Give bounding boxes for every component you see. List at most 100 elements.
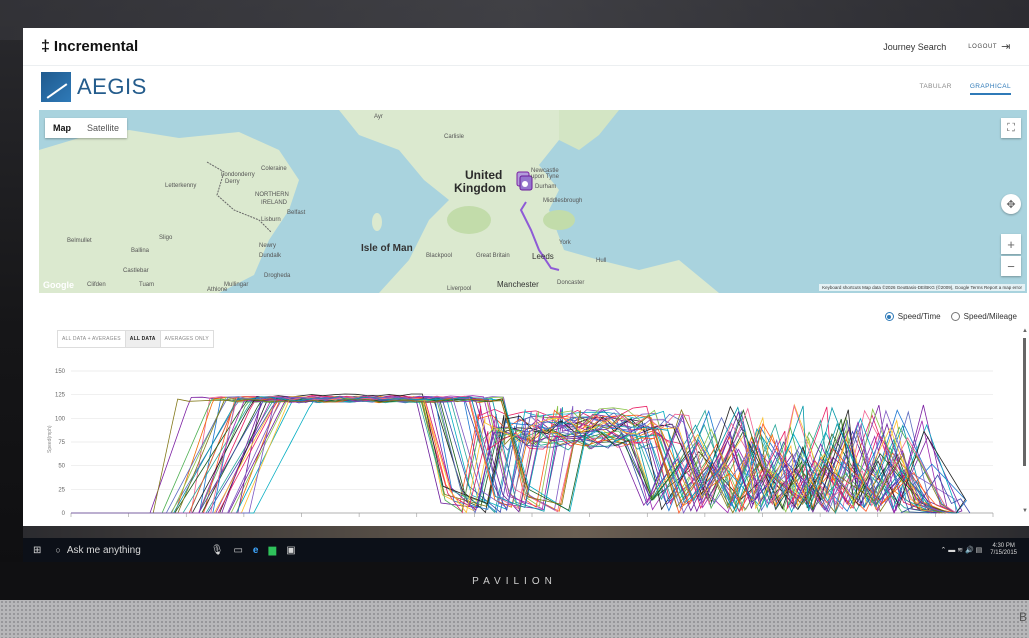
zoom-in-button[interactable]: + bbox=[1001, 234, 1021, 254]
ireland-landmass bbox=[39, 130, 299, 293]
office-icon[interactable]: ▣ bbox=[286, 545, 295, 556]
radio-speed-time[interactable]: Speed/Time bbox=[884, 312, 941, 321]
beats-logo-icon: B bbox=[1018, 610, 1027, 624]
park-area bbox=[447, 206, 491, 234]
label-ireland: IRELAND bbox=[261, 200, 288, 206]
pegman-location-icon[interactable]: ✥ bbox=[1001, 194, 1021, 214]
chart-mode-radios: Speed/Time Speed/Mileage bbox=[884, 312, 1017, 321]
cortana-icon[interactable]: ○ bbox=[55, 545, 60, 555]
logout-label: LOGOUT bbox=[968, 43, 998, 50]
scroll-up-icon[interactable]: ▲ bbox=[1022, 328, 1028, 334]
y-tick-label: 75 bbox=[58, 440, 65, 446]
label-clifden: Clifden bbox=[87, 282, 106, 288]
label-great-britain: Great Britain bbox=[476, 253, 510, 259]
journey-search-link[interactable]: Journey Search bbox=[883, 42, 946, 52]
label-belmullet: Belmullet bbox=[67, 238, 92, 244]
label-mullingar: Mullingar bbox=[224, 282, 249, 288]
label-blackpool: Blackpool bbox=[426, 253, 453, 259]
label-upon-tyne: upon Tyne bbox=[531, 174, 559, 180]
label-coleraine: Coleraine bbox=[261, 166, 287, 172]
mic-icon[interactable]: 🎙 bbox=[211, 545, 224, 556]
tab-graphical[interactable]: GRAPHICAL bbox=[969, 80, 1011, 95]
filter-all-data-averages[interactable]: ALL DATA + AVERAGES bbox=[58, 331, 126, 347]
map-type-map[interactable]: Map bbox=[45, 118, 79, 138]
filter-averages-only[interactable]: AVERAGES ONLY bbox=[161, 331, 213, 347]
taskbar-clock[interactable]: 4:30 PM 7/15/2015 bbox=[990, 543, 1017, 557]
map-land-svg bbox=[39, 110, 719, 293]
clock-time: 4:30 PM bbox=[992, 543, 1015, 549]
zoom-out-button[interactable]: − bbox=[1001, 256, 1021, 276]
data-filter-group: ALL DATA + AVERAGES ALL DATA AVERAGES ON… bbox=[57, 330, 214, 348]
marker-dot bbox=[522, 181, 528, 187]
tab-tabular[interactable]: TABULAR bbox=[920, 80, 952, 95]
isle-of-man-landmass bbox=[372, 213, 382, 231]
store-icon[interactable]: ▆ bbox=[268, 545, 276, 556]
label-londonderry: Londonderry bbox=[221, 172, 255, 178]
y-tick-label: 125 bbox=[55, 393, 66, 399]
label-derry: Derry bbox=[225, 179, 240, 185]
label-doncaster: Doncaster bbox=[557, 280, 585, 286]
label-drogheda: Drogheda bbox=[264, 273, 291, 279]
vertical-scrollbar[interactable] bbox=[1023, 338, 1026, 466]
logo-text: Incremental bbox=[53, 38, 139, 55]
radio-unchecked-icon bbox=[950, 312, 960, 321]
incremental-mark-icon: ‡ bbox=[41, 37, 50, 55]
label-tuam: Tuam bbox=[139, 282, 155, 288]
windows-start-icon[interactable]: ⊞ bbox=[33, 545, 41, 556]
label-leeds: Leeds bbox=[532, 252, 554, 261]
label-letterkenny: Letterkenny bbox=[165, 183, 197, 189]
radio-speed-mileage[interactable]: Speed/Mileage bbox=[950, 312, 1017, 321]
aegis-title: AEGIS bbox=[77, 74, 147, 99]
speed-chart[interactable]: 0 25 50 75 100 125 150 Speed(mph) bbox=[43, 353, 1003, 526]
scroll-down-icon[interactable]: ▼ bbox=[1022, 508, 1028, 514]
label-castlebar: Castlebar bbox=[123, 268, 149, 274]
series-line[interactable] bbox=[71, 395, 957, 514]
y-tick-label: 25 bbox=[58, 487, 65, 493]
label-lisburn: Lisburn bbox=[261, 217, 281, 223]
speaker-grille bbox=[0, 600, 1029, 638]
edge-icon[interactable]: e bbox=[253, 545, 259, 556]
product-row: AEGIS TABULAR GRAPHICAL bbox=[23, 68, 1029, 106]
tray-icons[interactable]: ⌃ ▬ ≋ 🔊 ▤ bbox=[940, 546, 982, 554]
series-line[interactable] bbox=[71, 396, 932, 514]
browser-screen: ‡ Incremental Journey Search LOGOUT ⇥ AE… bbox=[23, 28, 1029, 526]
y-tick-label: 150 bbox=[55, 369, 66, 375]
label-sligo: Sligo bbox=[159, 235, 173, 241]
taskbar-search[interactable]: Ask me anything bbox=[67, 545, 141, 556]
label-durham: Durham bbox=[535, 184, 557, 190]
logout-button[interactable]: LOGOUT ⇥ bbox=[968, 40, 1011, 53]
y-tick-label: 0 bbox=[62, 511, 66, 517]
radio-speed-mileage-label: Speed/Mileage bbox=[963, 312, 1017, 321]
scotland-landmass bbox=[559, 110, 619, 150]
fullscreen-icon[interactable]: ⛶ bbox=[1001, 118, 1021, 138]
journey-map[interactable]: United Kingdom NORTHERN IRELAND Isle of … bbox=[39, 110, 1027, 293]
park-area bbox=[543, 210, 575, 230]
label-northern: NORTHERN bbox=[255, 192, 289, 198]
y-tick-label: 50 bbox=[58, 464, 65, 470]
radio-speed-time-label: Speed/Time bbox=[897, 312, 941, 321]
map-type-toggle: Map Satellite bbox=[45, 118, 128, 138]
label-belfast: Belfast bbox=[287, 210, 306, 216]
label-ayr: Ayr bbox=[374, 114, 383, 120]
label-kingdom: Kingdom bbox=[454, 181, 506, 195]
incremental-logo[interactable]: ‡ Incremental bbox=[41, 38, 138, 56]
y-tick-label: 100 bbox=[55, 416, 66, 422]
header-nav: Journey Search LOGOUT ⇥ bbox=[883, 40, 1011, 53]
windows-taskbar: ⊞ ○ Ask me anything 🎙 ▭ e ▆ ▣ ⌃ ▬ ≋ 🔊 ▤ … bbox=[23, 538, 1029, 562]
filter-all-data[interactable]: ALL DATA bbox=[125, 331, 161, 347]
label-athlone: Athlone bbox=[207, 287, 228, 293]
desktop-wallpaper-strip bbox=[23, 526, 1029, 538]
label-middlesbrough: Middlesbrough bbox=[543, 198, 583, 204]
map-attribution[interactable]: Keyboard shortcuts Map data ©2026 GeoBas… bbox=[819, 284, 1025, 291]
task-view-icon[interactable]: ▭ bbox=[233, 545, 242, 556]
label-carlisle: Carlisle bbox=[444, 134, 465, 140]
y-axis-label: Speed(mph) bbox=[47, 425, 53, 453]
aegis-mark-icon bbox=[41, 72, 71, 102]
label-united: United bbox=[465, 168, 503, 182]
label-york: York bbox=[559, 240, 571, 246]
label-newry: Newry bbox=[259, 243, 277, 249]
google-logo: Google bbox=[43, 280, 74, 290]
app-header: ‡ Incremental Journey Search LOGOUT ⇥ bbox=[23, 28, 1029, 66]
map-type-satellite[interactable]: Satellite bbox=[79, 118, 127, 138]
label-hull: Hull bbox=[596, 258, 607, 264]
